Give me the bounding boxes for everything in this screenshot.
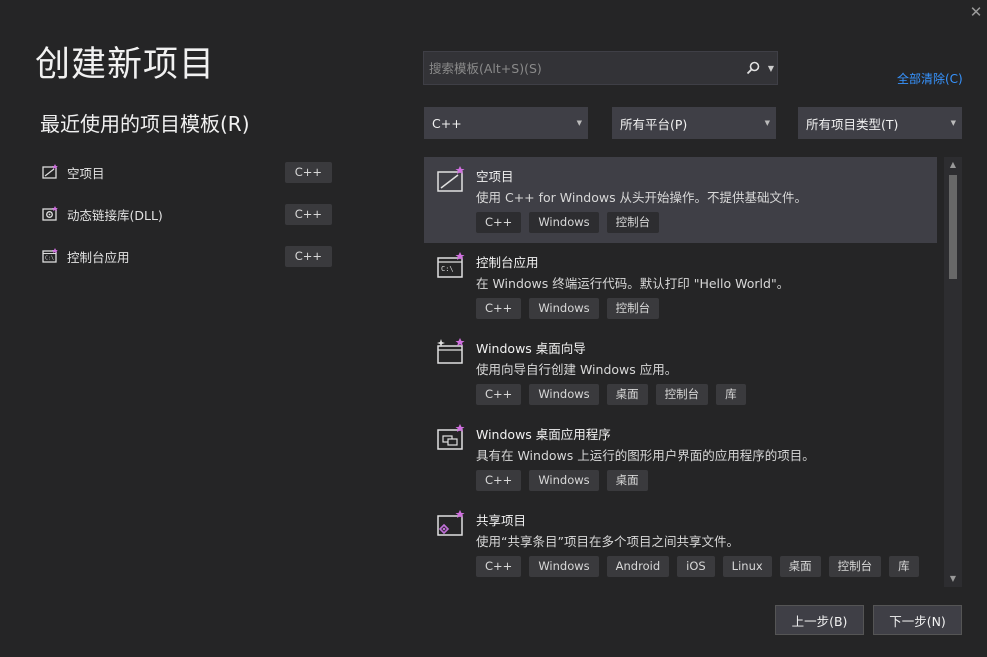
recent-item-label: 控制台应用 [67,249,130,265]
recent-item-console-app[interactable]: C:\ 控制台应用 C++ [40,242,332,270]
search-input[interactable] [424,51,741,85]
search-button[interactable] [741,61,765,75]
template-item-console-app[interactable]: C:\ 控制台应用 在 Windows 终端运行代码。默认打印 "Hello W… [424,243,937,329]
scrollbar-thumb[interactable] [949,175,957,279]
recent-item-empty-project[interactable]: 空项目 C++ [40,158,332,186]
template-tag: 桌面 [606,384,648,405]
search-box: ▼ [423,51,778,85]
template-title: 共享项目 [476,513,527,528]
template-list-scrollbar[interactable]: ▲ ▼ [944,157,962,587]
template-tag: Linux [722,556,772,577]
template-title: Windows 桌面向导 [476,341,586,356]
template-tag: 库 [889,556,919,577]
platform-filter-value: 所有平台(P) [620,116,688,132]
template-tags: C++ Windows Android iOS Linux 桌面 控制台 库 [476,556,927,577]
language-tag: C++ [284,203,332,225]
template-tag: C++ [476,212,522,233]
template-list: 空项目 使用 C++ for Windows 从头开始操作。不提供基础文件。 C… [424,157,937,587]
scroll-down-arrow-icon[interactable]: ▼ [944,571,962,587]
console-app-icon: C:\ [436,251,466,281]
template-description: 使用“共享条目”项目在多个项目之间共享文件。 [476,534,739,549]
template-tags: C++ Windows 桌面 控制台 库 [476,384,754,405]
scroll-up-arrow-icon[interactable]: ▲ [944,157,962,173]
recent-item-label: 空项目 [67,165,105,181]
language-tag: C++ [284,245,332,267]
template-tag: 控制台 [655,384,709,405]
template-tag: Windows [529,212,599,233]
template-description: 具有在 Windows 上运行的图形用户界面的应用程序的项目。 [476,448,815,463]
close-button[interactable]: ✕ [966,2,986,22]
clear-all-link[interactable]: 全部清除(C) [897,70,963,87]
recent-templates-heading: 最近使用的项目模板(R) [40,112,250,136]
template-tags: C++ Windows 控制台 [476,298,667,319]
back-button[interactable]: 上一步(B) [775,605,864,635]
template-tag: Windows [529,298,599,319]
template-tags: C++ Windows 桌面 [476,470,656,491]
template-tag: C++ [476,470,522,491]
page-title: 创建新项目 [35,45,216,85]
recent-item-label: 动态链接库(DLL) [67,207,163,223]
dll-icon [40,205,62,223]
template-tag: Android [606,556,670,577]
chevron-down-icon: ▼ [767,63,775,73]
template-tag: 控制台 [606,212,660,233]
platform-filter-dropdown[interactable]: 所有平台(P) ▼ [612,107,776,139]
next-button[interactable]: 下一步(N) [873,605,962,635]
template-item-shared-project[interactable]: 共享项目 使用“共享条目”项目在多个项目之间共享文件。 C++ Windows … [424,501,937,587]
template-tag: 控制台 [606,298,660,319]
language-filter-value: C++ [432,115,462,131]
template-tag: 桌面 [606,470,648,491]
template-tag: iOS [677,556,715,577]
svg-text:C:\: C:\ [441,265,454,273]
template-tag: C++ [476,298,522,319]
console-app-icon: C:\ [40,247,62,265]
template-item-desktop-app[interactable]: Windows 桌面应用程序 具有在 Windows 上运行的图形用户界面的应用… [424,415,937,501]
template-tag: Windows [529,556,599,577]
template-tag: 库 [716,384,746,405]
svg-text:C:\: C:\ [45,256,54,262]
template-title: 空项目 [476,169,514,184]
template-title: Windows 桌面应用程序 [476,427,611,442]
template-title: 控制台应用 [476,255,539,270]
language-filter-dropdown[interactable]: C++ ▼ [424,107,588,139]
template-description: 使用 C++ for Windows 从头开始操作。不提供基础文件。 [476,190,808,205]
search-options-dropdown[interactable]: ▼ [765,64,777,73]
template-tag: 桌面 [779,556,821,577]
project-type-filter-dropdown[interactable]: 所有项目类型(T) ▼ [798,107,962,139]
chevron-down-icon: ▼ [950,119,956,127]
language-tag: C++ [284,161,332,183]
desktop-wizard-icon [436,337,466,367]
search-icon [746,61,760,75]
template-item-empty-project[interactable]: 空项目 使用 C++ for Windows 从头开始操作。不提供基础文件。 C… [424,157,937,243]
template-item-desktop-wizard[interactable]: Windows 桌面向导 使用向导自行创建 Windows 应用。 C++ Wi… [424,329,937,415]
template-description: 使用向导自行创建 Windows 应用。 [476,362,678,377]
chevron-down-icon: ▼ [764,119,770,127]
empty-project-icon [436,165,466,195]
desktop-app-icon [436,423,466,453]
project-type-filter-value: 所有项目类型(T) [806,116,899,132]
template-tag: Windows [529,470,599,491]
shared-project-icon [436,509,466,539]
chevron-down-icon: ▼ [576,119,582,127]
template-tags: C++ Windows 控制台 [476,212,667,233]
recent-item-dll[interactable]: 动态链接库(DLL) C++ [40,200,332,228]
template-tag: Windows [529,384,599,405]
template-description: 在 Windows 终端运行代码。默认打印 "Hello World"。 [476,276,790,291]
empty-project-icon [40,163,62,181]
template-tag: C++ [476,384,522,405]
template-tag: C++ [476,556,522,577]
template-tag: 控制台 [828,556,882,577]
